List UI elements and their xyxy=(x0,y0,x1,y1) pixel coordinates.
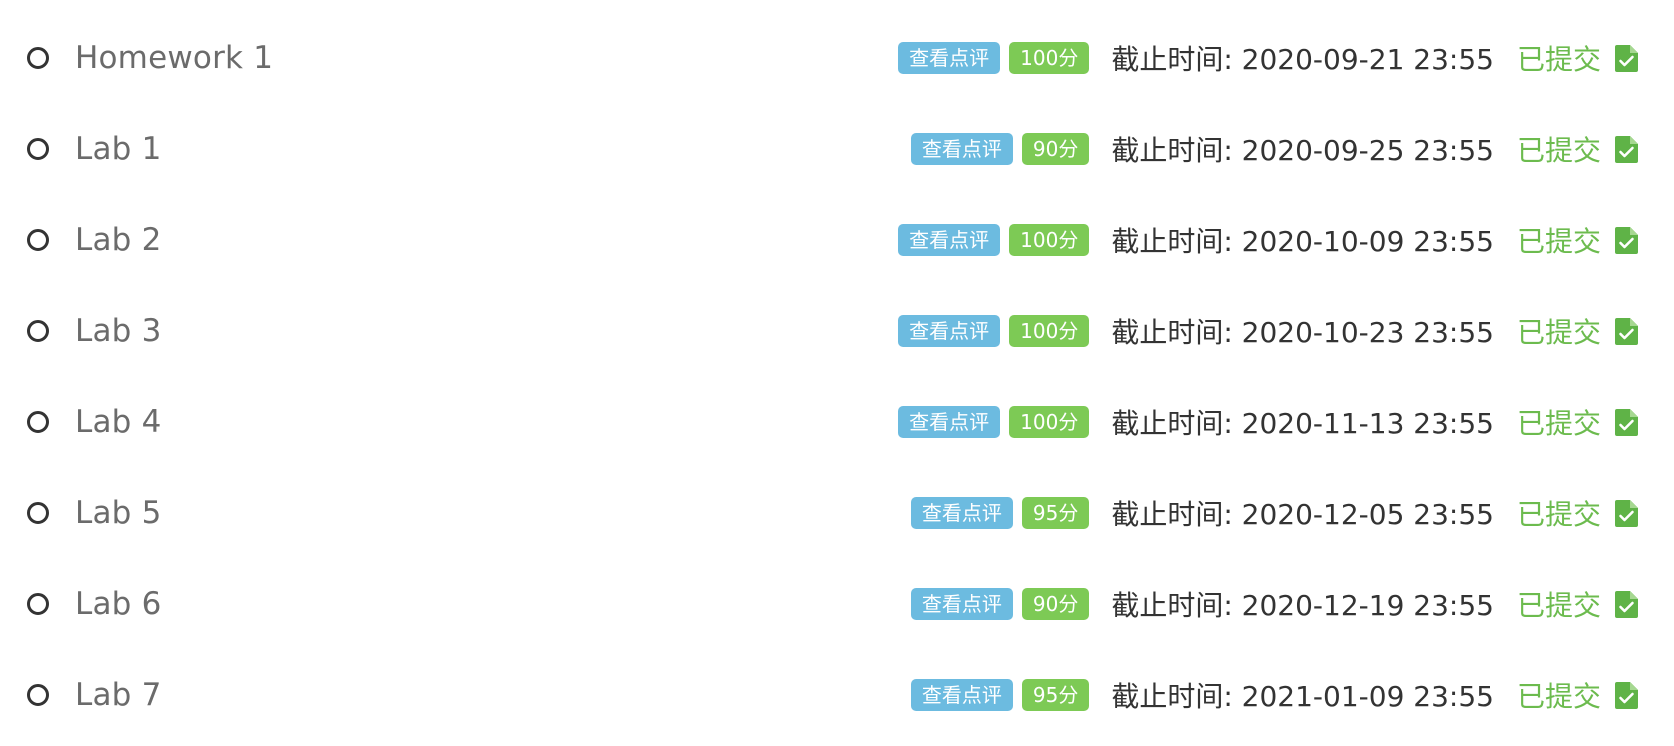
assignment-row: Lab 6 查看点评 90分 截止时间: 2020-12-19 23:55 已提… xyxy=(0,559,1674,649)
submitted-status: 已提交 xyxy=(1516,134,1601,167)
submitted-status: 已提交 xyxy=(1516,225,1601,258)
view-review-button[interactable]: 查看点评 xyxy=(910,588,1013,620)
deadline-text: 截止时间: 2020-10-09 23:55 xyxy=(1111,225,1494,258)
assignment-row: Lab 1 查看点评 90分 截止时间: 2020-09-25 23:55 已提… xyxy=(0,104,1674,194)
submitted-status: 已提交 xyxy=(1516,407,1601,440)
assignment-title[interactable]: Homework 1 xyxy=(75,40,273,76)
assignment-title[interactable]: Lab 3 xyxy=(75,313,162,349)
deadline-text: 截止时间: 2020-09-25 23:55 xyxy=(1111,134,1494,167)
assignment-row: Lab 7 查看点评 95分 截止时间: 2021-01-09 23:55 已提… xyxy=(0,650,1674,740)
assignment-meta: 查看点评 100分 截止时间: 2020-11-13 23:55 已提交 xyxy=(898,377,1638,467)
assignment-row: Lab 2 查看点评 100分 截止时间: 2020-10-09 23:55 已… xyxy=(0,195,1674,285)
select-radio[interactable] xyxy=(27,411,49,433)
select-radio[interactable] xyxy=(27,138,49,160)
submitted-status: 已提交 xyxy=(1516,498,1601,531)
select-radio[interactable] xyxy=(27,593,49,615)
submitted-file-check-icon[interactable] xyxy=(1615,317,1638,345)
assignment-row: Lab 4 查看点评 100分 截止时间: 2020-11-13 23:55 已… xyxy=(0,377,1674,467)
select-radio[interactable] xyxy=(27,320,49,342)
view-review-button[interactable]: 查看点评 xyxy=(898,42,1001,74)
view-review-button[interactable]: 查看点评 xyxy=(898,315,1001,347)
submitted-status: 已提交 xyxy=(1516,43,1601,76)
assignment-row: Lab 5 查看点评 95分 截止时间: 2020-12-05 23:55 已提… xyxy=(0,468,1674,558)
assignment-meta: 查看点评 95分 截止时间: 2020-12-05 23:55 已提交 xyxy=(910,468,1638,558)
submitted-status: 已提交 xyxy=(1516,316,1601,349)
deadline-text: 截止时间: 2020-10-23 23:55 xyxy=(1111,316,1494,349)
assignment-title[interactable]: Lab 6 xyxy=(75,586,162,622)
assignment-title[interactable]: Lab 2 xyxy=(75,222,162,258)
deadline-text: 截止时间: 2020-12-19 23:55 xyxy=(1111,589,1494,622)
assignment-title[interactable]: Lab 5 xyxy=(75,495,162,531)
submitted-status: 已提交 xyxy=(1516,680,1601,713)
submitted-file-check-icon[interactable] xyxy=(1615,226,1638,254)
submitted-file-check-icon[interactable] xyxy=(1615,681,1638,709)
select-radio[interactable] xyxy=(27,229,49,251)
assignment-row: Homework 1 查看点评 100分 截止时间: 2020-09-21 23… xyxy=(0,13,1674,103)
assignment-meta: 查看点评 90分 截止时间: 2020-12-19 23:55 已提交 xyxy=(910,559,1638,649)
submitted-file-check-icon[interactable] xyxy=(1615,135,1638,163)
view-review-button[interactable]: 查看点评 xyxy=(910,497,1013,529)
deadline-text: 截止时间: 2021-01-09 23:55 xyxy=(1111,680,1494,713)
assignment-title[interactable]: Lab 4 xyxy=(75,404,162,440)
score-badge: 90分 xyxy=(1021,588,1090,620)
score-badge: 100分 xyxy=(1009,224,1090,256)
assignment-title[interactable]: Lab 7 xyxy=(75,677,162,713)
select-radio[interactable] xyxy=(27,47,49,69)
assignment-meta: 查看点评 90分 截止时间: 2020-09-25 23:55 已提交 xyxy=(910,104,1638,194)
submitted-file-check-icon[interactable] xyxy=(1615,590,1638,618)
assignment-meta: 查看点评 95分 截止时间: 2021-01-09 23:55 已提交 xyxy=(910,650,1638,740)
view-review-button[interactable]: 查看点评 xyxy=(898,224,1001,256)
submitted-file-check-icon[interactable] xyxy=(1615,44,1638,72)
view-review-button[interactable]: 查看点评 xyxy=(910,133,1013,165)
assignment-list: Homework 1 查看点评 100分 截止时间: 2020-09-21 23… xyxy=(0,0,1674,746)
assignment-title[interactable]: Lab 1 xyxy=(75,131,162,167)
deadline-text: 截止时间: 2020-09-21 23:55 xyxy=(1111,43,1494,76)
select-radio[interactable] xyxy=(27,502,49,524)
score-badge: 100分 xyxy=(1009,406,1090,438)
assignment-meta: 查看点评 100分 截止时间: 2020-10-09 23:55 已提交 xyxy=(898,195,1638,285)
deadline-text: 截止时间: 2020-11-13 23:55 xyxy=(1111,407,1494,440)
view-review-button[interactable]: 查看点评 xyxy=(910,679,1013,711)
deadline-text: 截止时间: 2020-12-05 23:55 xyxy=(1111,498,1494,531)
score-badge: 95分 xyxy=(1021,497,1090,529)
assignment-meta: 查看点评 100分 截止时间: 2020-09-21 23:55 已提交 xyxy=(898,13,1638,103)
select-radio[interactable] xyxy=(27,684,49,706)
score-badge: 95分 xyxy=(1021,679,1090,711)
view-review-button[interactable]: 查看点评 xyxy=(898,406,1001,438)
submitted-file-check-icon[interactable] xyxy=(1615,408,1638,436)
assignment-row: Lab 3 查看点评 100分 截止时间: 2020-10-23 23:55 已… xyxy=(0,286,1674,376)
score-badge: 100分 xyxy=(1009,315,1090,347)
assignment-meta: 查看点评 100分 截止时间: 2020-10-23 23:55 已提交 xyxy=(898,286,1638,376)
submitted-status: 已提交 xyxy=(1516,589,1601,622)
score-badge: 100分 xyxy=(1009,42,1090,74)
submitted-file-check-icon[interactable] xyxy=(1615,499,1638,527)
score-badge: 90分 xyxy=(1021,133,1090,165)
